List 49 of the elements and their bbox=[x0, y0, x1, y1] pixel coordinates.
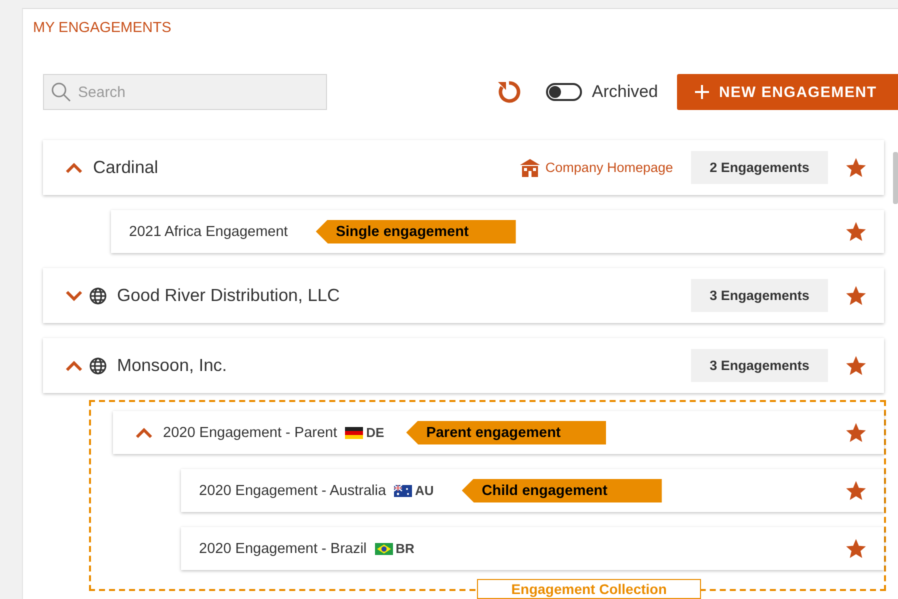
search-icon bbox=[51, 82, 71, 102]
engagement-row[interactable]: 2020 Engagement - Parent DE Parent engagement bbox=[113, 411, 884, 454]
star-icon[interactable] bbox=[846, 286, 866, 306]
country-code: AU bbox=[415, 483, 434, 498]
country-code: DE bbox=[366, 425, 384, 440]
company-row[interactable]: Cardinal Company Homepage 2 Engagements bbox=[43, 140, 884, 195]
chevron-down-icon[interactable] bbox=[65, 290, 83, 302]
refresh-icon[interactable] bbox=[496, 79, 522, 105]
chevron-up-icon[interactable] bbox=[65, 162, 83, 174]
country-code: BR bbox=[396, 541, 414, 556]
archived-toggle[interactable] bbox=[546, 83, 582, 101]
scrollbar-thumb[interactable] bbox=[893, 152, 898, 204]
company-row[interactable]: Good River Distribution, LLC 3 Engagements bbox=[43, 268, 884, 323]
company-row[interactable]: Monsoon, Inc. 3 Engagements bbox=[43, 338, 884, 393]
search-field[interactable]: Search bbox=[43, 74, 327, 110]
company-name: Cardinal bbox=[93, 157, 158, 178]
chevron-up-icon[interactable] bbox=[135, 426, 153, 438]
callout-label: Child engagement bbox=[462, 478, 662, 502]
flag-icon bbox=[345, 426, 364, 438]
engagement-name: 2020 Engagement - Australia bbox=[199, 482, 386, 498]
engagement-row[interactable]: 2020 Engagement - Australia AU Child engagement bbox=[181, 469, 884, 512]
callout-label: Single engagement bbox=[316, 220, 516, 244]
plus-icon bbox=[695, 85, 709, 99]
star-icon[interactable] bbox=[846, 222, 866, 242]
engagement-name: 2020 Engagement - Brazil bbox=[199, 540, 367, 556]
engagement-row[interactable]: 2020 Engagement - Brazil BR bbox=[181, 527, 884, 570]
chevron-up-icon[interactable] bbox=[65, 360, 83, 372]
flag-icon bbox=[394, 484, 412, 496]
company-name: Monsoon, Inc. bbox=[117, 355, 227, 376]
collection-label: Engagement Collection bbox=[477, 579, 701, 599]
building-icon bbox=[520, 158, 540, 176]
engagement-count-badge: 3 Engagements bbox=[691, 279, 828, 312]
engagement-name: 2021 Africa Engagement bbox=[129, 224, 288, 240]
callout-label: Parent engagement bbox=[406, 420, 606, 444]
star-icon[interactable] bbox=[846, 480, 866, 500]
star-icon[interactable] bbox=[846, 356, 866, 376]
engagement-count-badge: 3 Engagements bbox=[691, 349, 828, 382]
engagement-count-badge: 2 Engagements bbox=[691, 151, 828, 184]
page-title: MY ENGAGEMENTS bbox=[33, 20, 172, 36]
engagement-name: 2020 Engagement - Parent bbox=[163, 424, 338, 440]
star-icon[interactable] bbox=[846, 158, 866, 178]
star-icon[interactable] bbox=[846, 422, 866, 442]
company-name: Good River Distribution, LLC bbox=[117, 285, 340, 306]
flag-icon bbox=[374, 542, 393, 554]
archived-label: Archived bbox=[592, 82, 658, 102]
star-icon[interactable] bbox=[846, 538, 866, 558]
new-engagement-button[interactable]: NEW ENGAGEMENT bbox=[677, 74, 898, 110]
engagement-row[interactable]: 2021 Africa Engagement Single engagement bbox=[111, 210, 884, 253]
company-homepage-link[interactable]: Company Homepage bbox=[520, 158, 673, 176]
